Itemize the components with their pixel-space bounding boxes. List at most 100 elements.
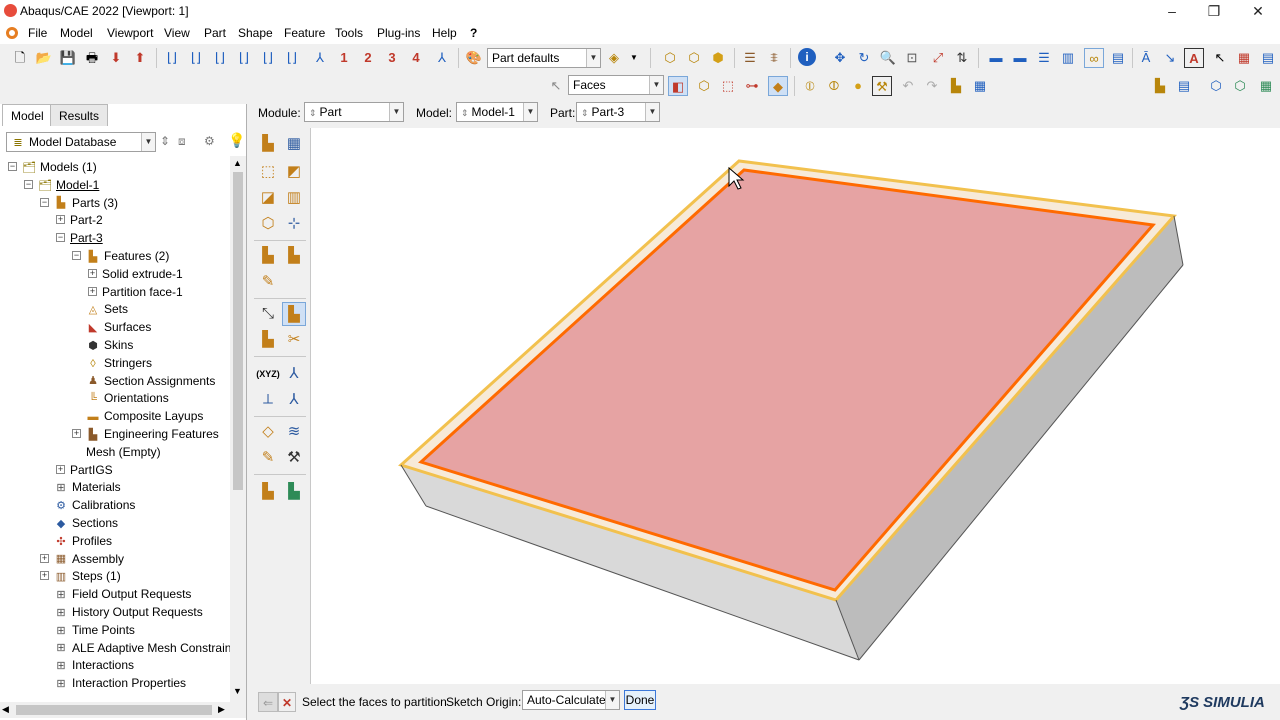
partition-face-icon[interactable]: ▙: [282, 302, 306, 326]
tree-item[interactable]: − 🗂 Models (1): [0, 158, 230, 176]
wireframe-icon[interactable]: ⬡: [660, 48, 680, 68]
tools-icon[interactable]: ⚒: [282, 446, 306, 470]
tree-item[interactable]: ⚙ Calibrations: [0, 496, 230, 514]
shaded-icon[interactable]: ⬢: [708, 48, 728, 68]
selection-filter-combo[interactable]: Faces ▼: [568, 75, 664, 95]
import-icon[interactable]: ⬇: [106, 48, 126, 68]
menu-model[interactable]: Model: [60, 26, 93, 40]
expand-icon[interactable]: +: [88, 268, 97, 278]
cancel-x-icon[interactable]: ✕: [278, 692, 296, 712]
query-icon[interactable]: ▤: [1174, 76, 1194, 96]
scroll-down-icon[interactable]: ▼: [233, 686, 242, 696]
view-back-icon[interactable]: ⌊⌋: [186, 48, 206, 68]
edit-icon[interactable]: ⚒: [872, 76, 892, 96]
solid-extrude-icon[interactable]: ⬚: [256, 160, 280, 184]
pan-icon[interactable]: ✥: [830, 48, 850, 68]
view-left-icon[interactable]: ⌊⌋: [210, 48, 230, 68]
tree-item[interactable]: + Solid extrude-1: [0, 265, 230, 283]
tab-model[interactable]: Model: [2, 104, 53, 126]
tree-item[interactable]: ╚ Orientations: [0, 389, 230, 407]
hidden-line-icon[interactable]: ⬡: [684, 48, 704, 68]
menu-shape[interactable]: Shape: [238, 26, 273, 40]
filter-icon[interactable]: ⧈: [178, 134, 186, 149]
tree-item[interactable]: + Partition face-1: [0, 283, 230, 301]
perspective-icon[interactable]: ⩨: [764, 48, 784, 68]
blend-icon[interactable]: ⬡: [256, 212, 280, 236]
scroll-thumb[interactable]: [233, 172, 243, 490]
part-defaults-combo[interactable]: Part defaults ▼: [487, 48, 601, 68]
tree-item[interactable]: − 🗂 Model-1: [0, 176, 230, 194]
select-pointer-icon[interactable]: ↖: [546, 76, 566, 96]
tile-horizontal-icon[interactable]: ☰: [1034, 48, 1054, 68]
render-style-icon[interactable]: ◈: [604, 48, 624, 68]
chamfer-icon[interactable]: ▙: [282, 244, 306, 268]
text-annotation-icon[interactable]: Ā: [1136, 48, 1156, 68]
tree-item[interactable]: ⊞ Time Points: [0, 621, 230, 639]
expand-icon[interactable]: +: [88, 286, 97, 296]
user-view-3-button[interactable]: 3: [382, 48, 402, 68]
tree-item[interactable]: + ▙ Engineering Features: [0, 425, 230, 443]
shell-icon[interactable]: ◪: [256, 186, 280, 210]
tree-item[interactable]: ⊞ ALE Adaptive Mesh Constraints: [0, 639, 230, 657]
feature-manager-icon[interactable]: ▙: [256, 480, 280, 504]
select-from-interior-icon[interactable]: ◧: [668, 76, 688, 96]
edit-feature-icon[interactable]: ✎: [256, 446, 280, 470]
model-database-combo[interactable]: ≣ Model Database ▼: [6, 132, 156, 152]
tree-hscrollbar[interactable]: ◀ ▶: [0, 702, 246, 718]
part-combo[interactable]: ⇕ Part-3 ▼: [576, 102, 660, 122]
info-icon[interactable]: i: [798, 48, 816, 66]
tree-item[interactable]: + ▦ Assembly: [0, 550, 230, 568]
round-fillet-icon[interactable]: ▙: [256, 244, 280, 268]
datum-axis-icon[interactable]: ⅄: [282, 362, 306, 386]
tree-item[interactable]: ⊞ History Output Requests: [0, 603, 230, 621]
save-icon[interactable]: 💾: [58, 48, 78, 68]
menu-file[interactable]: File: [28, 26, 47, 40]
window-icon[interactable]: ▤: [1108, 48, 1128, 68]
tree-item[interactable]: ⊞ Field Output Requests: [0, 585, 230, 603]
view-top-icon[interactable]: ⌊⌋: [258, 48, 278, 68]
expand-collapse-icon[interactable]: ⇕: [160, 134, 170, 148]
auto-fit-icon[interactable]: ⤢: [928, 48, 948, 68]
model-combo[interactable]: ⇕ Model-1 ▼: [456, 102, 538, 122]
view-front-icon[interactable]: ⌊⌋: [162, 48, 182, 68]
tree-item[interactable]: ◬ Sets: [0, 300, 230, 318]
menu-viewport[interactable]: Viewport: [107, 26, 153, 40]
expand-icon[interactable]: +: [40, 553, 49, 563]
undo-icon[interactable]: ↶: [898, 76, 918, 96]
sketch-origin-combo[interactable]: Auto-Calculate ▼: [522, 690, 620, 710]
menu-view[interactable]: View: [164, 26, 190, 40]
viewport-2-icon[interactable]: ▬: [1010, 48, 1030, 68]
collapse-icon[interactable]: −: [40, 197, 49, 207]
tree-item[interactable]: − ▙ Parts (3): [0, 194, 230, 212]
view-right-icon[interactable]: ⌊⌋: [234, 48, 254, 68]
tree-item[interactable]: ♟ Section Assignments: [0, 372, 230, 390]
user-view-2-button[interactable]: 2: [358, 48, 378, 68]
repair-icon[interactable]: ✎: [256, 270, 280, 294]
collapse-icon[interactable]: −: [72, 251, 81, 260]
tab-results[interactable]: Results: [50, 104, 109, 126]
close-button[interactable]: ✕: [1236, 0, 1280, 22]
stringer-icon[interactable]: ≋: [282, 420, 306, 444]
scroll-left-icon[interactable]: ◀: [2, 704, 9, 715]
redo-icon[interactable]: ↷: [922, 76, 942, 96]
tree-item[interactable]: ◆ Sections: [0, 514, 230, 532]
replace-icon[interactable]: ▙: [946, 76, 966, 96]
tree-item[interactable]: − ▙ Features (2): [0, 247, 230, 265]
maximize-button[interactable]: ❐: [1192, 0, 1236, 22]
select-exterior-icon[interactable]: ⬡: [694, 76, 714, 96]
tree-item[interactable]: + ▥ Steps (1): [0, 567, 230, 585]
tree-item[interactable]: ⊞ Interaction Properties: [0, 674, 230, 692]
export-icon[interactable]: ⬆: [130, 48, 150, 68]
view-bottom-icon[interactable]: ⌊⌋: [282, 48, 302, 68]
menu-part[interactable]: Part: [204, 26, 226, 40]
cut-icon[interactable]: ▥: [282, 186, 306, 210]
cube-icon[interactable]: ⬡: [1206, 76, 1226, 96]
print-icon[interactable]: 🖶: [82, 48, 102, 68]
box-zoom-icon[interactable]: ⊡: [902, 48, 922, 68]
tree-item[interactable]: ▬ Composite Layups: [0, 407, 230, 425]
datum-csys-icon[interactable]: ⅄: [282, 388, 306, 412]
selection-options-icon[interactable]: ▦: [1234, 48, 1254, 68]
lightbulb-icon[interactable]: 💡: [228, 132, 245, 149]
solid-revolve-icon[interactable]: ◩: [282, 160, 306, 184]
menu-plugins[interactable]: Plug-ins: [377, 26, 420, 40]
